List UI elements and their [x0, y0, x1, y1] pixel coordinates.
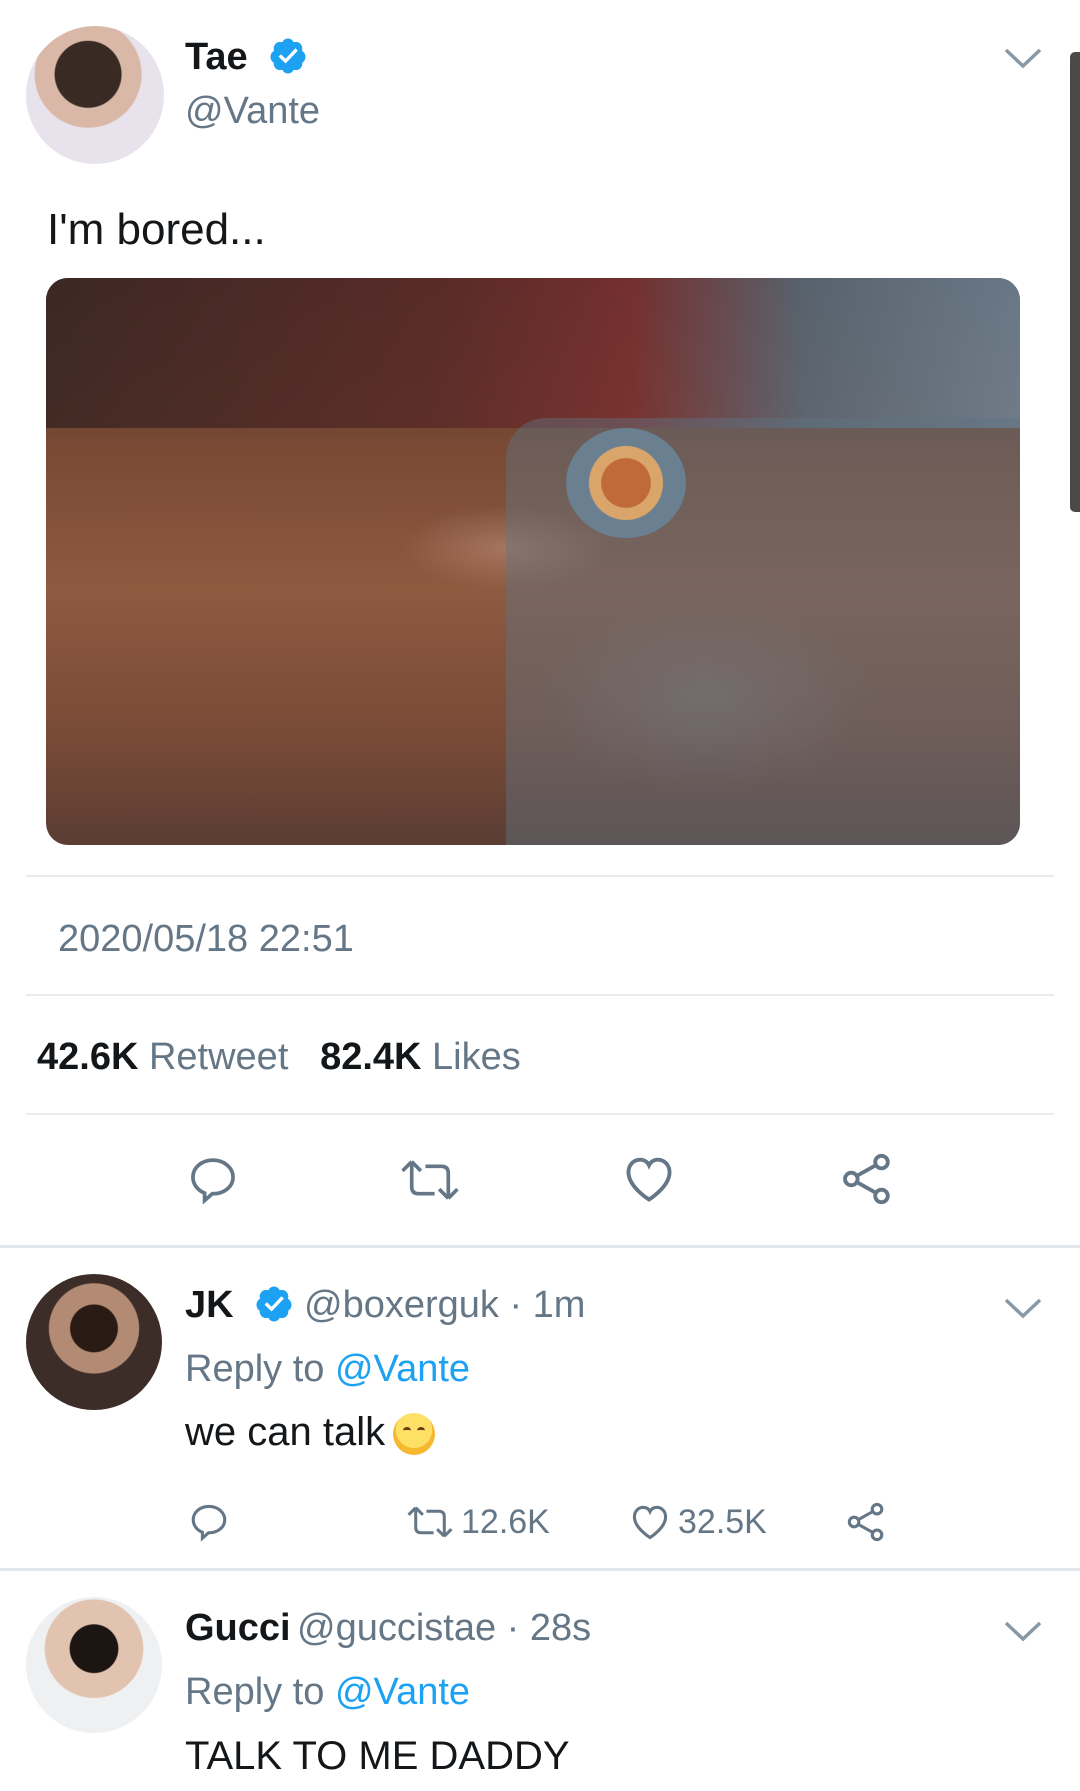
- divider: [26, 1113, 1054, 1115]
- like-count: 32.5K: [678, 1502, 767, 1541]
- heart-icon[interactable]: [628, 1500, 672, 1544]
- retweet-action[interactable]: 12.6K: [405, 1500, 550, 1544]
- avatar[interactable]: [26, 1597, 162, 1733]
- smiling-emoji-icon: [393, 1413, 436, 1456]
- like-count[interactable]: 82.4K: [320, 1036, 421, 1078]
- reply-to-label: Reply to: [185, 1348, 335, 1390]
- share-icon[interactable]: [838, 1150, 896, 1208]
- divider: [0, 1245, 1080, 1248]
- reply-text: we can talk: [185, 1410, 386, 1454]
- reply-icon[interactable]: [185, 1152, 241, 1208]
- reply-text-line: we can talk: [185, 1410, 436, 1456]
- verified-icon: [270, 38, 306, 74]
- verified-icon: [256, 1286, 292, 1322]
- chevron-down-icon[interactable]: [1003, 46, 1043, 70]
- author-name[interactable]: Gucci: [185, 1607, 291, 1650]
- reply-to-line: Reply to @Vante: [185, 1671, 470, 1714]
- retweet-icon[interactable]: [405, 1500, 455, 1544]
- chevron-down-icon[interactable]: [1003, 1619, 1043, 1643]
- divider: [26, 875, 1054, 877]
- share-icon[interactable]: [844, 1500, 888, 1544]
- avatar[interactable]: [26, 26, 164, 164]
- tweet-image[interactable]: [46, 278, 1020, 845]
- retweet-count[interactable]: 42.6K: [37, 1036, 138, 1078]
- retweet-icon[interactable]: [398, 1152, 462, 1208]
- reply-handle-time[interactable]: @guccistae · 28s: [297, 1607, 591, 1650]
- divider: [26, 994, 1054, 996]
- reply-to-label: Reply to: [185, 1671, 335, 1713]
- chevron-down-icon[interactable]: [1003, 1296, 1043, 1320]
- like-action[interactable]: 32.5K: [628, 1500, 767, 1544]
- avatar[interactable]: [26, 1274, 162, 1410]
- divider: [0, 1568, 1080, 1571]
- heart-icon[interactable]: [620, 1150, 678, 1208]
- author-handle[interactable]: @Vante: [185, 90, 320, 133]
- reply-icon[interactable]: [187, 1500, 231, 1544]
- retweet-label[interactable]: Retweet: [149, 1036, 288, 1078]
- reply-handle-time[interactable]: @boxerguk · 1m: [304, 1284, 585, 1327]
- reply-to-line: Reply to @Vante: [185, 1348, 470, 1391]
- reply-text: TALK TO ME DADDY: [185, 1734, 570, 1778]
- tweet-text: I'm bored...: [47, 205, 266, 254]
- tweet-stats: 42.6K Retweet 82.4K Likes: [37, 1036, 521, 1079]
- reply-mention[interactable]: @Vante: [335, 1671, 470, 1713]
- author-name[interactable]: JK: [185, 1284, 234, 1327]
- main-tweet: Tae @Vante I'm bored... 2020/05/18 22:51…: [0, 0, 1080, 1245]
- retweet-count: 12.6K: [461, 1502, 550, 1541]
- like-label[interactable]: Likes: [432, 1036, 521, 1078]
- author-name[interactable]: Tae: [185, 36, 248, 79]
- tweet-timestamp: 2020/05/18 22:51: [58, 918, 354, 960]
- reply-mention[interactable]: @Vante: [335, 1348, 470, 1390]
